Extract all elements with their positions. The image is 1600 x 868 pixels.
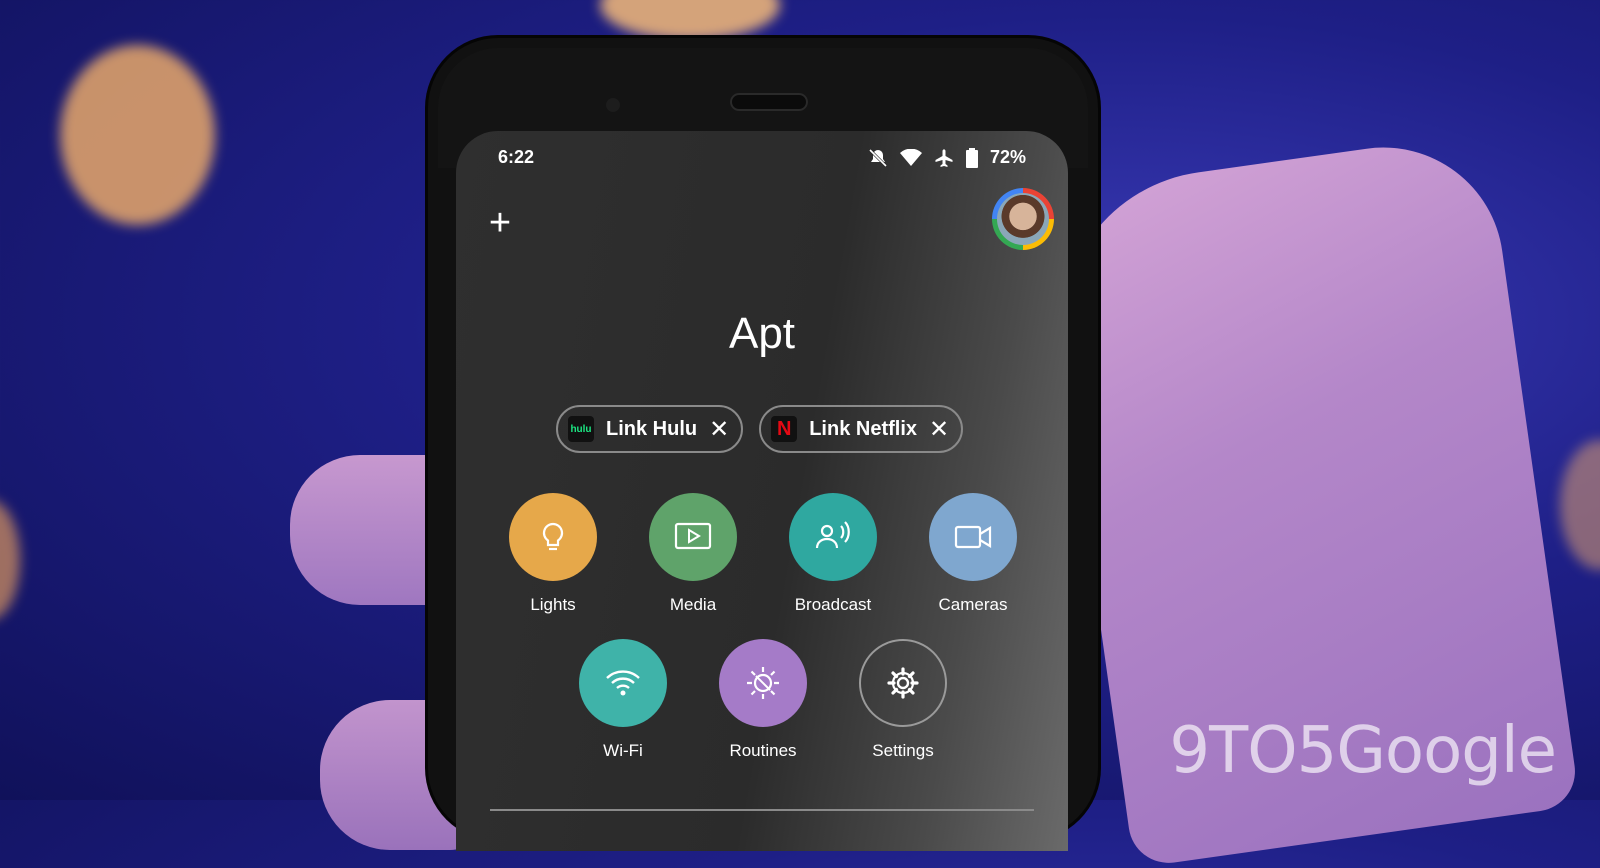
link-netflix-chip[interactable]: N Link Netflix ✕ bbox=[759, 405, 964, 453]
action-row: Lights Media Broadcast Cameras bbox=[508, 493, 1018, 615]
action-row: Wi-Fi Routines Settings bbox=[578, 639, 948, 761]
hulu-logo-icon: hulu bbox=[568, 416, 594, 442]
action-label: Settings bbox=[872, 741, 934, 760]
lights-button[interactable]: Lights bbox=[508, 493, 598, 615]
camera-icon bbox=[929, 493, 1017, 581]
front-camera bbox=[606, 98, 620, 112]
lightbulb-icon bbox=[509, 493, 597, 581]
action-label: Media bbox=[669, 595, 717, 614]
broadcast-button[interactable]: Broadcast bbox=[788, 493, 878, 615]
netflix-logo-icon: N bbox=[771, 416, 798, 442]
media-icon bbox=[649, 493, 737, 581]
home-title: Apt bbox=[728, 309, 796, 358]
wifi-icon bbox=[579, 639, 667, 727]
battery-percent: 72% bbox=[989, 147, 1026, 167]
chip-label: Link Netflix bbox=[809, 417, 918, 440]
airplane-icon bbox=[935, 148, 953, 167]
do-not-disturb-icon bbox=[868, 148, 888, 167]
action-label: Wi-Fi bbox=[603, 741, 643, 760]
phone: 6:22 72% + Apt hulu Link Hulu ✕ N Link N… bbox=[428, 38, 1098, 851]
status-bar: 6:22 72% bbox=[498, 147, 1026, 171]
close-icon[interactable]: ✕ bbox=[709, 415, 729, 444]
battery-icon bbox=[965, 147, 978, 168]
wifi-status-icon bbox=[899, 148, 922, 166]
account-avatar[interactable] bbox=[992, 188, 1054, 250]
routines-icon bbox=[719, 639, 807, 727]
action-label: Lights bbox=[530, 595, 576, 614]
bokeh-light bbox=[600, 0, 780, 40]
action-label: Cameras bbox=[938, 595, 1008, 614]
bokeh-light bbox=[60, 45, 215, 225]
wifi-button[interactable]: Wi-Fi bbox=[578, 639, 668, 761]
chip-label: Link Hulu bbox=[606, 417, 698, 440]
add-button[interactable]: + bbox=[480, 203, 520, 243]
routines-button[interactable]: Routines bbox=[718, 639, 808, 761]
screen: 6:22 72% + Apt hulu Link Hulu ✕ N Link N… bbox=[456, 131, 1068, 851]
broadcast-icon bbox=[789, 493, 877, 581]
divider bbox=[490, 809, 1034, 811]
link-hulu-chip[interactable]: hulu Link Hulu ✕ bbox=[556, 405, 744, 453]
settings-button[interactable]: Settings bbox=[858, 639, 948, 761]
link-chips: hulu Link Hulu ✕ N Link Netflix ✕ bbox=[556, 405, 964, 453]
bokeh-light bbox=[1560, 440, 1600, 570]
status-time: 6:22 bbox=[498, 147, 535, 167]
bokeh-light bbox=[0, 500, 20, 620]
action-label: Broadcast bbox=[794, 595, 872, 614]
watermark-logo: 9TO5Google bbox=[1169, 714, 1557, 788]
gear-icon bbox=[859, 639, 947, 727]
avatar-photo bbox=[997, 193, 1049, 245]
close-icon[interactable]: ✕ bbox=[929, 415, 949, 444]
cameras-button[interactable]: Cameras bbox=[928, 493, 1018, 615]
earpiece-speaker bbox=[730, 93, 808, 111]
action-label: Routines bbox=[729, 741, 797, 760]
status-icons: 72% bbox=[868, 147, 1026, 168]
media-button[interactable]: Media bbox=[648, 493, 738, 615]
